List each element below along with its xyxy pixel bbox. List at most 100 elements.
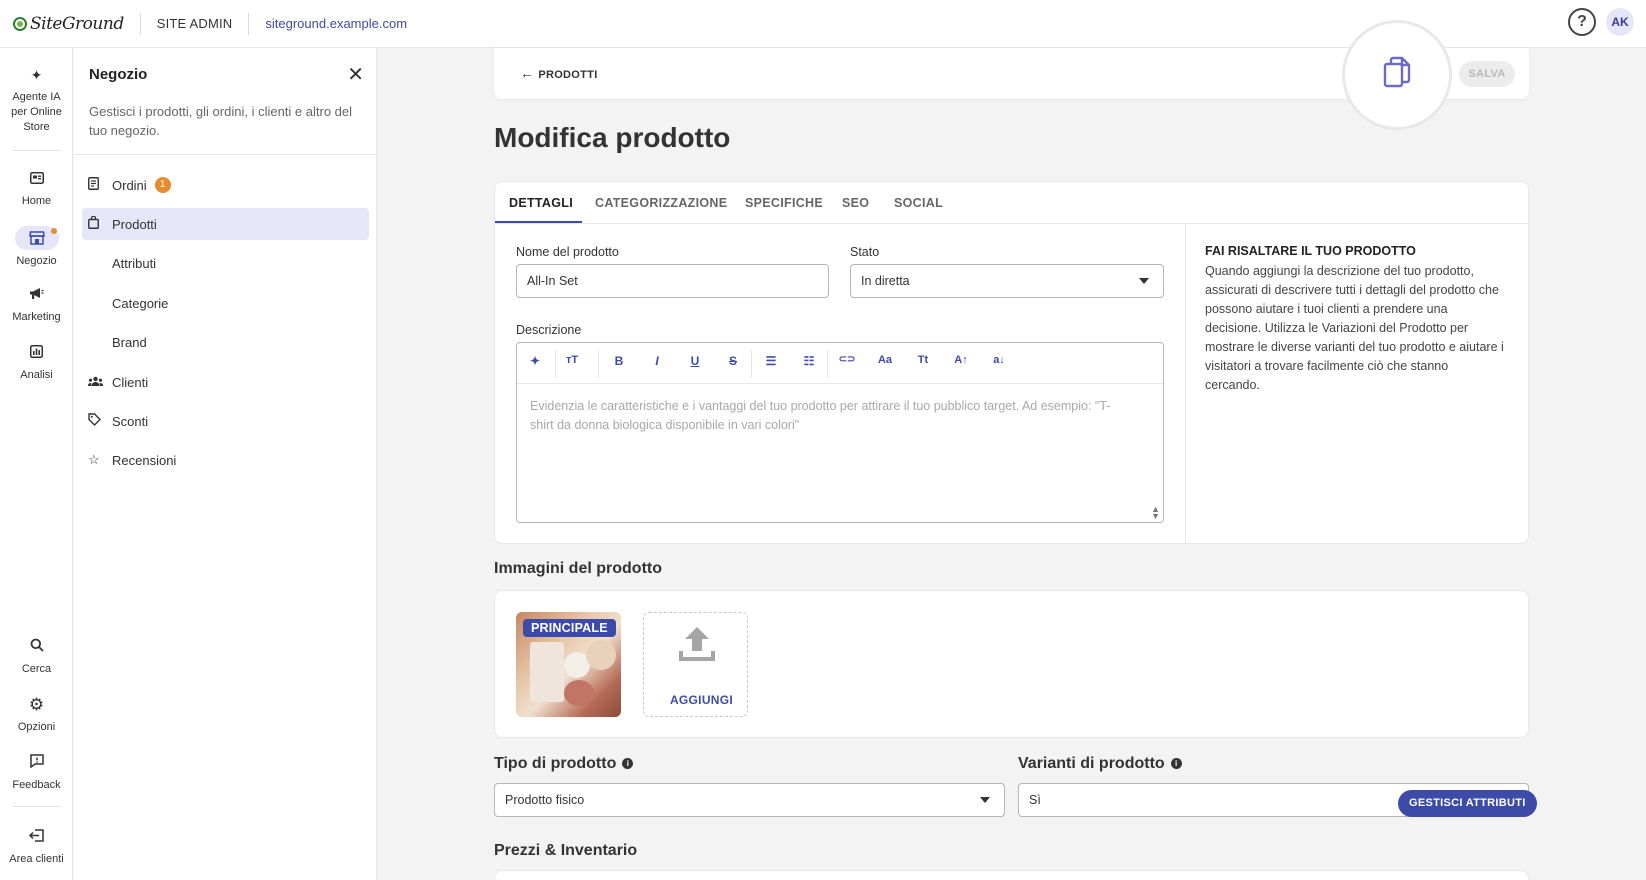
- ai-sparkle-icon[interactable]: ✦: [525, 354, 545, 368]
- divider: [74, 154, 377, 155]
- status-select[interactable]: In diretta: [850, 264, 1164, 298]
- product-variants-title: Varianti di prodotto i: [1018, 755, 1182, 773]
- images-section-title: Immagini del prodotto: [494, 560, 662, 577]
- bag-icon: [88, 215, 108, 232]
- status-value: In diretta: [861, 274, 910, 288]
- tab-specifications[interactable]: SPECIFICHE: [745, 196, 823, 210]
- rail-item-analytics[interactable]: Analisi: [0, 342, 73, 383]
- numbered-list-icon[interactable]: ☷: [799, 354, 819, 368]
- exit-icon: [26, 826, 48, 848]
- tab-social[interactable]: SOCIAL: [894, 196, 943, 210]
- panel-description: Gestisci i prodotti, gli ordini, i clien…: [89, 104, 353, 138]
- strikethrough-icon[interactable]: S: [723, 354, 743, 368]
- divider: [248, 12, 250, 35]
- arrow-left-icon: ←: [520, 65, 535, 81]
- rail-item-home[interactable]: Home: [0, 168, 73, 209]
- text-size-icon[interactable]: ᴛT: [562, 354, 582, 366]
- link-icon[interactable]: ⊂⊃: [837, 354, 857, 365]
- main-product-image[interactable]: PRINCIPALE: [516, 612, 621, 717]
- menu-item-reviews[interactable]: ☆ Recensioni: [82, 444, 369, 476]
- toolbar-divider: [555, 350, 556, 378]
- menu-item-customers[interactable]: Clienti: [82, 366, 369, 398]
- rail-label: Marketing: [12, 311, 61, 323]
- info-icon[interactable]: i: [622, 758, 634, 769]
- menu-item-discounts[interactable]: Sconti: [82, 405, 369, 437]
- info-icon[interactable]: i: [1170, 758, 1182, 769]
- rail-label: Area clienti: [9, 853, 64, 865]
- rail-divider: [12, 150, 61, 151]
- search-icon: [26, 636, 48, 658]
- pricing-card: [494, 870, 1529, 880]
- people-icon: [87, 375, 108, 390]
- rail-label: Home: [21, 195, 52, 207]
- navigation-rail: ✦ Agente IA per Online Store Home Negozi…: [0, 48, 73, 880]
- product-type-select[interactable]: Prodotto fisico: [494, 783, 1005, 817]
- image-detail: [530, 642, 564, 702]
- back-to-products-link[interactable]: ← PRODOTTI: [520, 65, 598, 81]
- rail-label: Opzioni: [17, 721, 56, 733]
- lowercase-icon[interactable]: a↓: [989, 354, 1009, 366]
- tab-seo[interactable]: SEO: [842, 196, 869, 210]
- menu-label: Clienti: [112, 374, 149, 390]
- menu-label: Categorie: [112, 295, 169, 311]
- menu-item-brand[interactable]: Brand: [82, 326, 369, 358]
- add-image-label: AGGIUNGI: [669, 693, 734, 707]
- menu-label: Recensioni: [112, 452, 177, 468]
- image-detail: [586, 640, 616, 670]
- rail-item-store[interactable]: Negozio: [0, 226, 73, 269]
- title-case-icon[interactable]: Tt: [913, 354, 933, 366]
- add-image-button[interactable]: AGGIUNGI: [643, 612, 748, 717]
- help-button[interactable]: ?: [1568, 8, 1596, 36]
- rail-label: Feedback: [12, 779, 61, 791]
- uppercase-icon[interactable]: A↑: [951, 354, 971, 366]
- description-editor[interactable]: ✦ ᴛT B I U S ☰ ☷ ⊂⊃ Aa Tt A↑ a↓ Evidenzi…: [516, 342, 1164, 523]
- tab-categorization[interactable]: CATEGORIZZAZIONE: [595, 196, 727, 210]
- menu-item-categories[interactable]: Categorie: [82, 287, 369, 319]
- product-variants-title-text: Varianti di prodotto: [1018, 755, 1165, 772]
- italic-icon[interactable]: I: [647, 354, 667, 368]
- back-label: PRODOTTI: [538, 69, 598, 81]
- underline-icon[interactable]: U: [685, 354, 705, 368]
- save-button[interactable]: SALVA: [1459, 61, 1515, 87]
- site-url-link[interactable]: siteground.example.com: [265, 16, 407, 31]
- siteground-logo[interactable]: SiteGround: [13, 14, 124, 34]
- store-icon: [14, 226, 59, 250]
- pricing-section-title: Prezzi & Inventario: [494, 842, 638, 859]
- tab-details[interactable]: DETTAGLI: [509, 196, 573, 210]
- product-variants-value: Sì: [1029, 793, 1041, 807]
- close-icon[interactable]: ✕: [347, 62, 364, 87]
- resize-handle-icon[interactable]: ▲ ▼: [1151, 505, 1160, 521]
- rail-item-client-area[interactable]: Area clienti: [0, 826, 73, 867]
- copy-button[interactable]: [1342, 20, 1452, 130]
- rail-item-ai-agent[interactable]: ✦ Agente IA per Online Store: [0, 64, 73, 135]
- product-type-title-text: Tipo di prodotto: [494, 755, 617, 772]
- rail-label: Cerca: [21, 663, 52, 675]
- font-case-icon[interactable]: Aa: [875, 354, 895, 366]
- rail-item-marketing[interactable]: Marketing: [0, 284, 73, 325]
- product-name-input[interactable]: All-In Set: [516, 264, 829, 298]
- menu-label: Prodotti: [112, 216, 157, 232]
- notification-dot: [50, 228, 57, 234]
- rail-item-search[interactable]: Cerca: [0, 636, 73, 677]
- menu-label: Attributi: [112, 255, 157, 271]
- avatar[interactable]: AK: [1606, 8, 1634, 36]
- product-type-title: Tipo di prodotto i: [494, 755, 634, 773]
- rail-item-options[interactable]: ⚙ Opzioni: [0, 694, 73, 735]
- site-admin-label: SITE ADMIN: [156, 16, 233, 31]
- manage-attributes-button[interactable]: GESTISCI ATTRIBUTI: [1398, 790, 1537, 817]
- rail-item-feedback[interactable]: Feedback: [0, 752, 73, 793]
- panel-title: Negozio: [89, 66, 148, 83]
- rail-divider: [12, 806, 61, 807]
- bold-icon[interactable]: B: [609, 354, 629, 368]
- megaphone-icon: [26, 284, 48, 306]
- bullet-list-icon[interactable]: ☰: [761, 354, 781, 368]
- menu-item-orders[interactable]: Ordini 1: [82, 169, 369, 201]
- rail-label: Analisi: [20, 369, 53, 381]
- copy-icon: [1382, 56, 1412, 95]
- menu-item-products[interactable]: Prodotti: [82, 208, 369, 240]
- main-content: ← PRODOTTI SALVA Modifica prodotto DETTAG…: [378, 20, 1646, 880]
- chevron-down-icon: [980, 797, 990, 803]
- menu-item-attributes[interactable]: Attributi: [82, 247, 369, 279]
- sparkle-icon: ✦: [30, 67, 43, 83]
- image-detail: [564, 680, 594, 706]
